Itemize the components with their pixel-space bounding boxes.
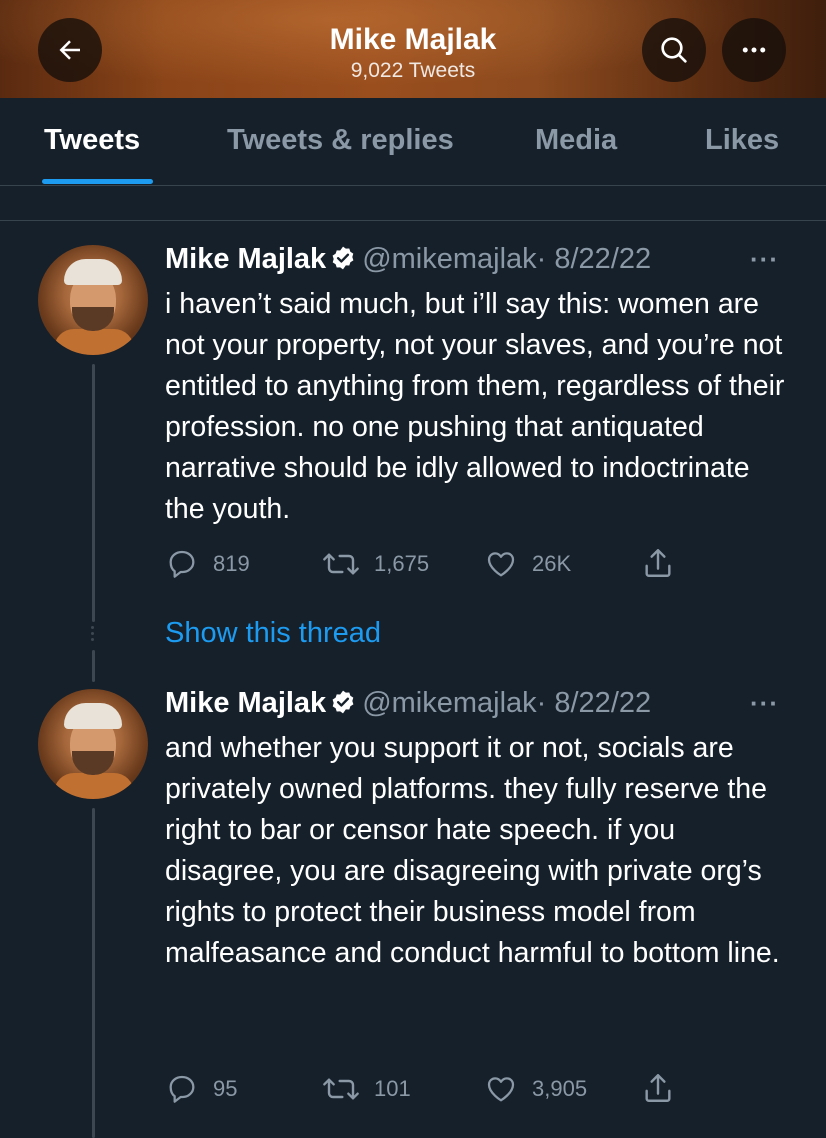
previous-actions-icon (160, 186, 680, 194)
verified-badge-icon (332, 246, 354, 270)
tweet-header: Mike Majlak @mikemajlak· 8/22/22 (165, 686, 651, 720)
search-icon (661, 37, 687, 63)
share-button[interactable] (641, 546, 675, 580)
reply-button[interactable]: 819 (165, 548, 250, 580)
more-options-button[interactable] (722, 18, 786, 82)
display-name[interactable]: Mike Majlak (165, 243, 326, 275)
profile-header: Mike Majlak 9,022 Tweets (0, 0, 826, 98)
reply-count: 95 (213, 1076, 238, 1101)
tweet-more-button[interactable]: ··· (750, 688, 779, 719)
share-icon (645, 1074, 671, 1102)
retweet-button[interactable]: 1,675 (322, 548, 429, 580)
tweet-header: Mike Majlak @mikemajlak· 8/22/22 (165, 242, 651, 276)
like-button[interactable]: 3,905 (484, 1073, 587, 1105)
like-icon (487, 552, 515, 577)
previous-tweet-remnant (0, 186, 826, 221)
share-icon (645, 549, 671, 577)
reply-icon (169, 550, 195, 578)
search-button[interactable] (642, 18, 706, 82)
reply-count: 819 (213, 551, 250, 576)
verified-badge-icon (332, 690, 354, 714)
avatar[interactable] (38, 245, 148, 355)
thread-line (92, 650, 95, 682)
tab-media[interactable]: Media (535, 124, 617, 157)
tab-likes[interactable]: Likes (705, 124, 779, 157)
tweet-text: i haven’t said much, but i’ll say this: … (165, 288, 785, 525)
tweet-date[interactable]: · 8/22/22 (537, 243, 651, 275)
display-name[interactable]: Mike Majlak (165, 687, 326, 719)
handle[interactable]: @mikemajlak (362, 687, 536, 719)
like-count: 3,905 (532, 1076, 588, 1101)
like-icon (487, 1077, 515, 1102)
tab-tweets-and-replies[interactable]: Tweets & replies (227, 124, 454, 157)
tweet-text: and whether you support it or not, socia… (165, 732, 780, 969)
like-button[interactable]: 26K (484, 548, 571, 580)
thread-connector-dots (91, 626, 95, 644)
share-button[interactable] (641, 1071, 675, 1105)
show-thread-link[interactable]: Show this thread (165, 617, 381, 650)
tab-tweets[interactable]: Tweets (44, 124, 140, 157)
thread-line (92, 364, 95, 622)
like-count: 26K (532, 551, 572, 576)
retweet-icon (323, 1078, 359, 1100)
more-icon (742, 47, 766, 53)
tweet-more-button[interactable]: ··· (750, 244, 779, 275)
reply-button[interactable]: 95 (165, 1073, 237, 1105)
reply-icon (169, 1075, 195, 1103)
handle[interactable]: @mikemajlak (362, 243, 536, 275)
avatar[interactable] (38, 689, 148, 799)
retweet-icon (323, 553, 359, 575)
retweet-count: 101 (374, 1076, 411, 1101)
thread-line (92, 808, 95, 1138)
tweet-date[interactable]: · 8/22/22 (537, 687, 651, 719)
active-tab-indicator (42, 179, 153, 184)
retweet-button[interactable]: 101 (322, 1073, 411, 1105)
retweet-count: 1,675 (374, 551, 430, 576)
profile-tabs: Tweets Tweets & replies Media Likes (0, 98, 826, 186)
